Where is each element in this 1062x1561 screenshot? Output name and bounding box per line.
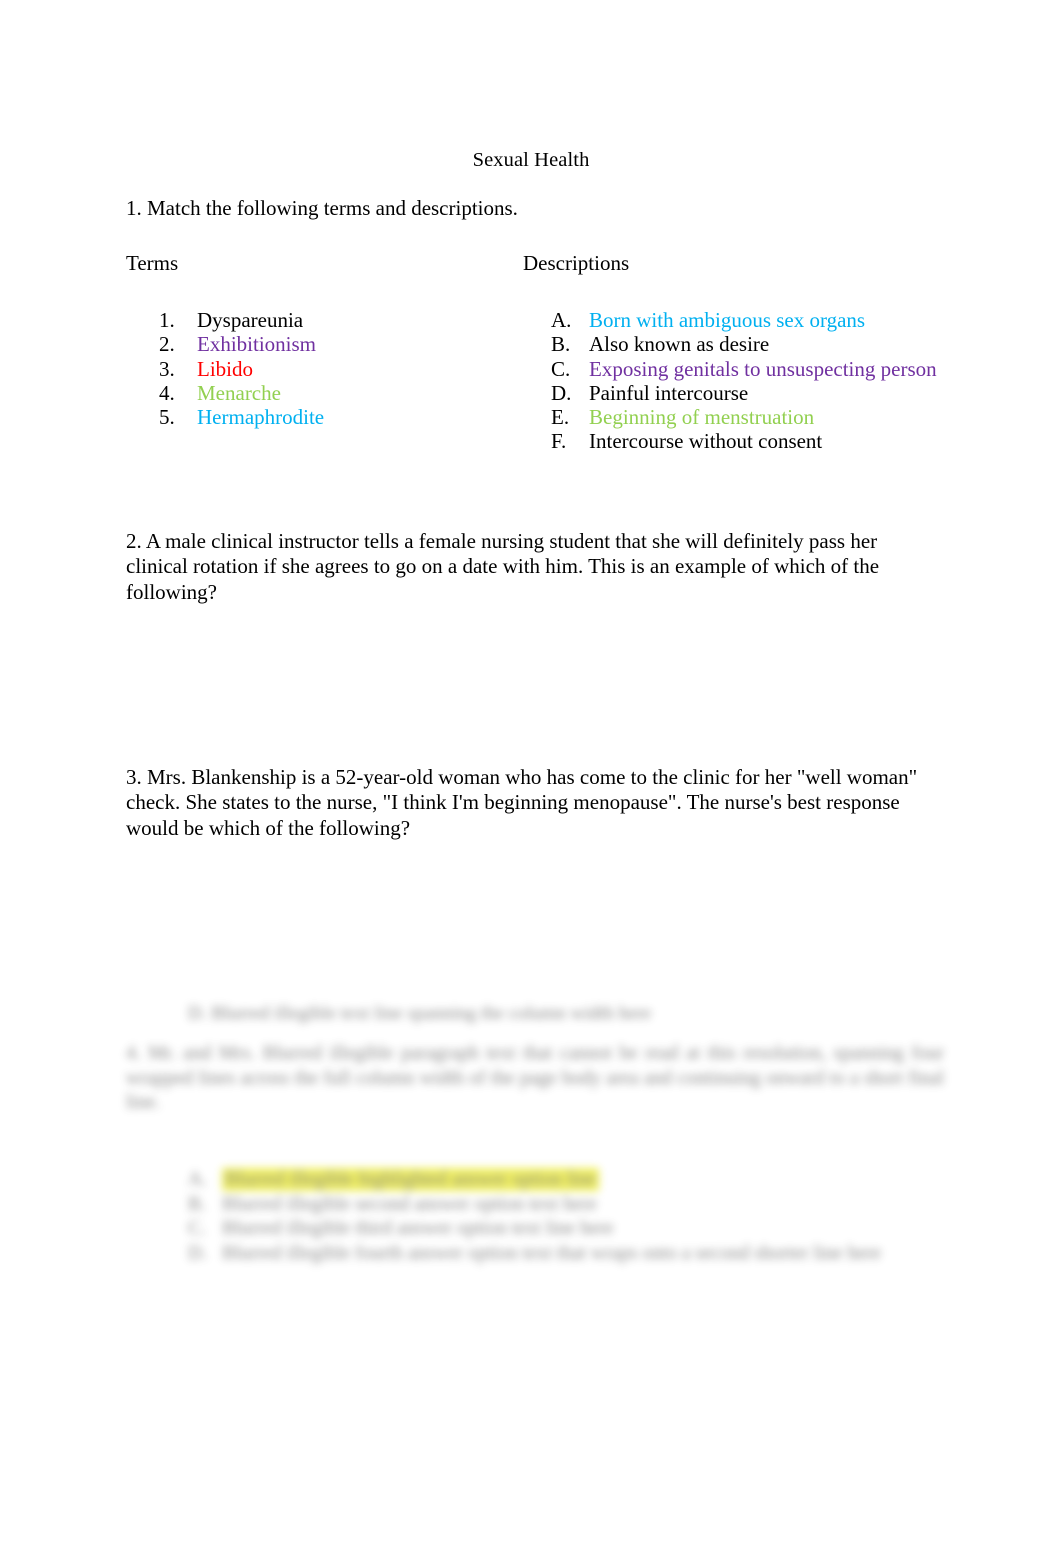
- descriptions-list: A. Born with ambiguous sex organs B. Also k…: [551, 308, 951, 454]
- blurred-option-marker: A.: [188, 1169, 207, 1190]
- term-marker: 4.: [159, 380, 175, 405]
- blurred-section: D. Blurred illegible text line spanning …: [0, 980, 1062, 1320]
- term-item: 4. Menarche: [159, 381, 519, 405]
- description-marker: E.: [551, 405, 570, 430]
- blurred-option-label-highlighted: Blurred illegible highlighted answer opt…: [222, 1168, 599, 1191]
- question-2-text: 2. A male clinical instructor tells a fe…: [126, 529, 880, 604]
- description-label: Intercourse without consent: [589, 429, 823, 454]
- description-marker: A.: [551, 308, 572, 332]
- description-item: A. Born with ambiguous sex organs: [551, 308, 951, 332]
- term-item: 5. Hermaphrodite: [159, 405, 519, 429]
- term-marker: 5.: [159, 405, 175, 430]
- description-marker: C.: [551, 356, 571, 381]
- blurred-option-marker: C.: [188, 1218, 206, 1239]
- description-item: B. Also known as desire: [551, 332, 951, 356]
- description-item: C. Exposing genitals to unsuspecting pers…: [551, 357, 951, 381]
- blurred-option-item: D. Blurred illegible fourth answer option…: [188, 1242, 948, 1267]
- blurred-option-label: Blurred illegible fourth answer option t…: [222, 1242, 882, 1264]
- description-marker: D.: [551, 380, 572, 405]
- description-item: F. Intercourse without consent: [551, 429, 951, 453]
- description-item: E. Beginning of menstruation: [551, 405, 951, 429]
- description-marker: F.: [551, 429, 567, 454]
- term-label: Hermaphrodite: [197, 405, 325, 430]
- terms-column: 1. Dyspareunia 2. Exhibitionism 3. Libido 4. Me…: [159, 308, 519, 429]
- description-marker: B.: [551, 332, 571, 357]
- description-label: Also known as desire: [589, 332, 770, 357]
- blurred-option-item: A. Blurred illegible highlighted answer o…: [188, 1168, 948, 1193]
- blurred-heading: D. Blurred illegible text line spanning …: [188, 1003, 652, 1024]
- term-marker: 3.: [159, 356, 175, 381]
- blurred-options-list: A. Blurred illegible highlighted answer o…: [188, 1168, 948, 1266]
- description-item: D. Painful intercourse: [551, 381, 951, 405]
- term-marker: 1.: [159, 308, 175, 332]
- terms-column-header: Terms: [126, 251, 179, 275]
- term-item: 2. Exhibitionism: [159, 332, 519, 356]
- term-item: 1. Dyspareunia: [159, 308, 519, 332]
- term-item: 3. Libido: [159, 357, 519, 381]
- blurred-option-item: C. Blurred illegible third answer option …: [188, 1217, 948, 1242]
- description-label: Beginning of menstruation: [589, 405, 815, 430]
- question-1-prompt: 1. Match the following terms and descrip…: [126, 196, 518, 220]
- description-label: Exposing genitals to unsuspecting person: [589, 356, 937, 381]
- blurred-option-marker: B.: [188, 1193, 206, 1215]
- descriptions-column: A. Born with ambiguous sex organs B. Also k…: [551, 308, 951, 454]
- term-label: Exhibitionism: [197, 332, 317, 357]
- blurred-option-marker: D.: [188, 1242, 207, 1264]
- description-label: Born with ambiguous sex organs: [589, 308, 866, 332]
- blurred-option-label: Blurred illegible second answer option t…: [222, 1193, 597, 1215]
- question-3-text: 3. Mrs. Blankenship is a 52-year-old wom…: [126, 765, 918, 840]
- description-label: Painful intercourse: [589, 380, 749, 405]
- page-title: Sexual Health: [472, 149, 590, 171]
- blurred-paragraph: 4. Mr. and Mrs. Blurred illegible paragr…: [126, 1043, 944, 1113]
- term-marker: 2.: [159, 332, 175, 357]
- blurred-option-item: B. Blurred illegible second answer option…: [188, 1193, 948, 1218]
- blurred-option-label: Blurred illegible third answer option te…: [222, 1218, 614, 1239]
- term-label: Dyspareunia: [197, 308, 304, 332]
- terms-list: 1. Dyspareunia 2. Exhibitionism 3. Libido 4. Me…: [159, 308, 519, 429]
- term-label: Menarche: [197, 380, 281, 405]
- descriptions-column-header: Descriptions: [523, 251, 630, 275]
- document-page: Sexual Health 1. Match the following ter…: [0, 0, 1062, 1561]
- term-label: Libido: [197, 356, 253, 381]
